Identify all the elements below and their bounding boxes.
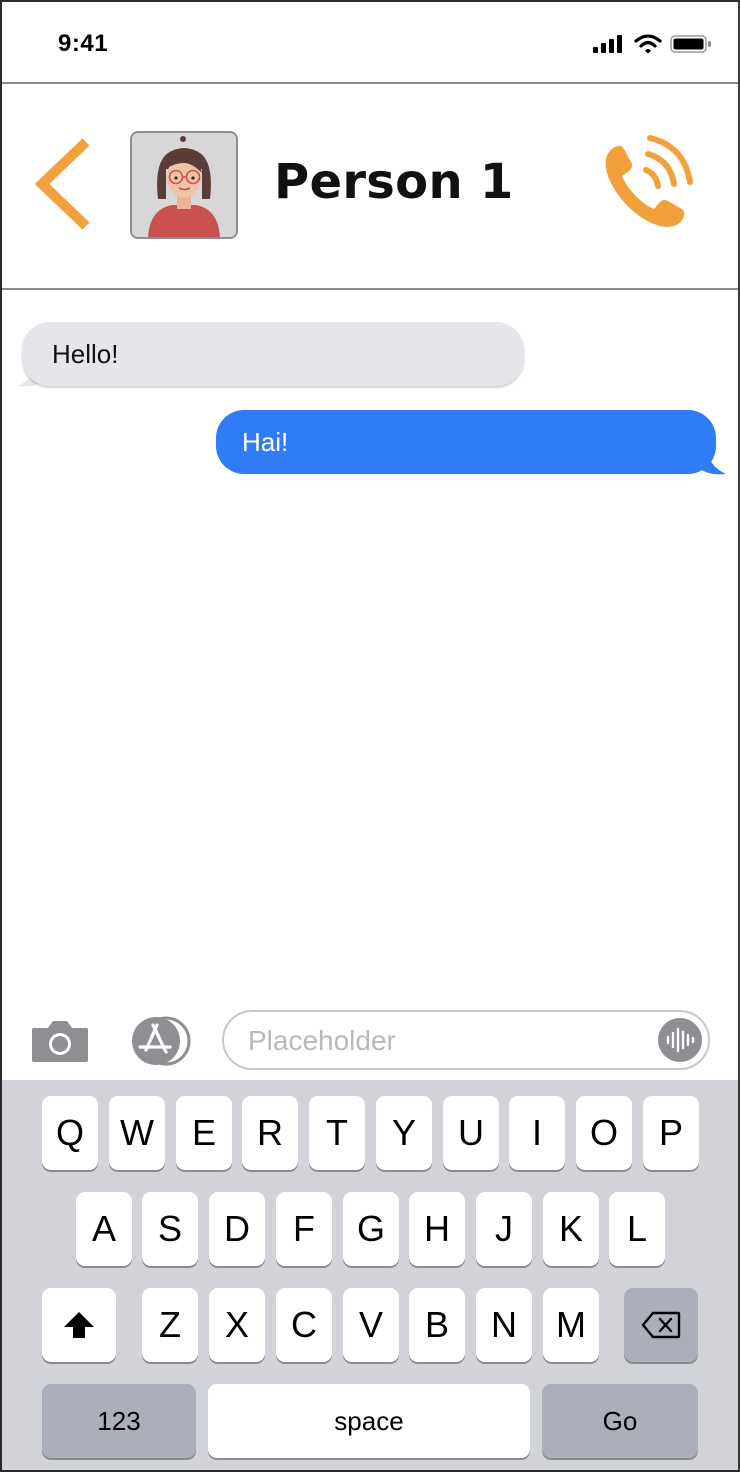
phone-call-icon (605, 135, 693, 227)
call-button[interactable] (598, 134, 694, 234)
wifi-icon (634, 34, 662, 54)
keyboard: Q W E R T Y U I O P A S D F G H J K L Z … (2, 1080, 738, 1470)
message-bubble-outgoing[interactable]: Hai! (216, 410, 716, 474)
key-label: N (491, 1304, 517, 1345)
voice-waveform-icon (666, 1027, 695, 1053)
key-a[interactable]: A (76, 1192, 132, 1266)
key-label: A (91, 1208, 116, 1249)
key-g[interactable]: G (343, 1192, 399, 1266)
key-label: X (224, 1304, 249, 1345)
key-label: G (356, 1208, 385, 1249)
key-label: E (191, 1112, 216, 1153)
shift-arrow-icon (64, 1312, 94, 1338)
message-input-field[interactable] (222, 1010, 710, 1070)
key-label: Y (391, 1112, 416, 1153)
key-label: I (531, 1112, 542, 1153)
key-s[interactable]: S (142, 1192, 198, 1266)
key-y[interactable]: Y (376, 1096, 432, 1170)
key-h[interactable]: H (409, 1192, 465, 1266)
key-label: B (424, 1304, 449, 1345)
key-label: 123 (97, 1405, 141, 1436)
key-label: D (224, 1208, 250, 1249)
message-bubble-incoming[interactable]: Hello! (22, 322, 524, 386)
go-key[interactable]: Go (542, 1384, 698, 1458)
battery-icon (670, 35, 711, 53)
key-label: P (658, 1112, 683, 1153)
key-c[interactable]: C (276, 1288, 332, 1362)
key-label: Go (602, 1405, 638, 1436)
key-label: M (556, 1304, 586, 1345)
key-label: K (558, 1208, 583, 1249)
key-label: space (334, 1405, 404, 1436)
key-i[interactable]: I (509, 1096, 565, 1170)
delete-key[interactable] (624, 1288, 698, 1362)
app-store-button[interactable] (126, 1016, 192, 1066)
camera-button[interactable] (30, 1018, 90, 1064)
key-label: O (589, 1112, 618, 1153)
key-m[interactable]: M (543, 1288, 599, 1362)
camera-icon (32, 1021, 88, 1062)
message-input-bar (2, 1000, 738, 1080)
key-label: F (293, 1208, 315, 1249)
message-text: Hello! (52, 338, 119, 369)
space-key[interactable]: space (208, 1384, 530, 1458)
key-label: H (424, 1208, 450, 1249)
message-text: Hai! (242, 426, 289, 457)
key-label: R (257, 1112, 283, 1153)
key-n[interactable]: N (476, 1288, 532, 1362)
key-j[interactable]: J (476, 1192, 532, 1266)
numbers-key[interactable]: 123 (42, 1384, 196, 1458)
key-t[interactable]: T (309, 1096, 365, 1170)
back-button[interactable] (32, 136, 96, 232)
status-icons (592, 34, 712, 54)
key-label: Z (159, 1304, 181, 1345)
chevron-left-icon (34, 138, 90, 230)
key-label: L (626, 1208, 648, 1249)
cellular-signal-icon (593, 35, 622, 53)
key-label: S (157, 1208, 182, 1249)
key-z[interactable]: Z (142, 1288, 198, 1362)
status-time: 9:41 (58, 30, 109, 57)
status-bar: 9:41 (2, 2, 738, 82)
chat-header: Person 1 (2, 82, 738, 290)
key-k[interactable]: K (543, 1192, 599, 1266)
key-l[interactable]: L (609, 1192, 665, 1266)
key-v[interactable]: V (343, 1288, 399, 1362)
key-w[interactable]: W (109, 1096, 165, 1170)
person-avatar-icon (132, 133, 236, 237)
key-label: J (495, 1208, 513, 1249)
phone-screen: 9:41 Person 1 Hello! Hai! Placeholder Q … (0, 0, 740, 1472)
contact-name: Person 1 (274, 154, 514, 210)
key-label: C (291, 1304, 317, 1345)
shift-key[interactable] (42, 1288, 116, 1362)
avatar[interactable] (130, 131, 238, 239)
key-q[interactable]: Q (42, 1096, 98, 1170)
key-x[interactable]: X (209, 1288, 265, 1362)
key-label: U (458, 1112, 484, 1153)
key-label: W (120, 1112, 154, 1153)
key-label: V (358, 1304, 383, 1345)
key-p[interactable]: P (643, 1096, 699, 1170)
key-r[interactable]: R (242, 1096, 298, 1170)
key-d[interactable]: D (209, 1192, 265, 1266)
key-f[interactable]: F (276, 1192, 332, 1266)
voice-button[interactable] (658, 1018, 702, 1062)
backspace-icon (641, 1311, 681, 1339)
key-e[interactable]: E (176, 1096, 232, 1170)
key-o[interactable]: O (576, 1096, 632, 1170)
app-store-icon (132, 1016, 191, 1066)
key-label: Q (55, 1112, 84, 1153)
message-input[interactable] (246, 1020, 650, 1062)
key-label: T (326, 1112, 348, 1153)
key-u[interactable]: U (443, 1096, 499, 1170)
message-thread: Hello! Hai! (2, 288, 738, 1000)
key-b[interactable]: B (409, 1288, 465, 1362)
